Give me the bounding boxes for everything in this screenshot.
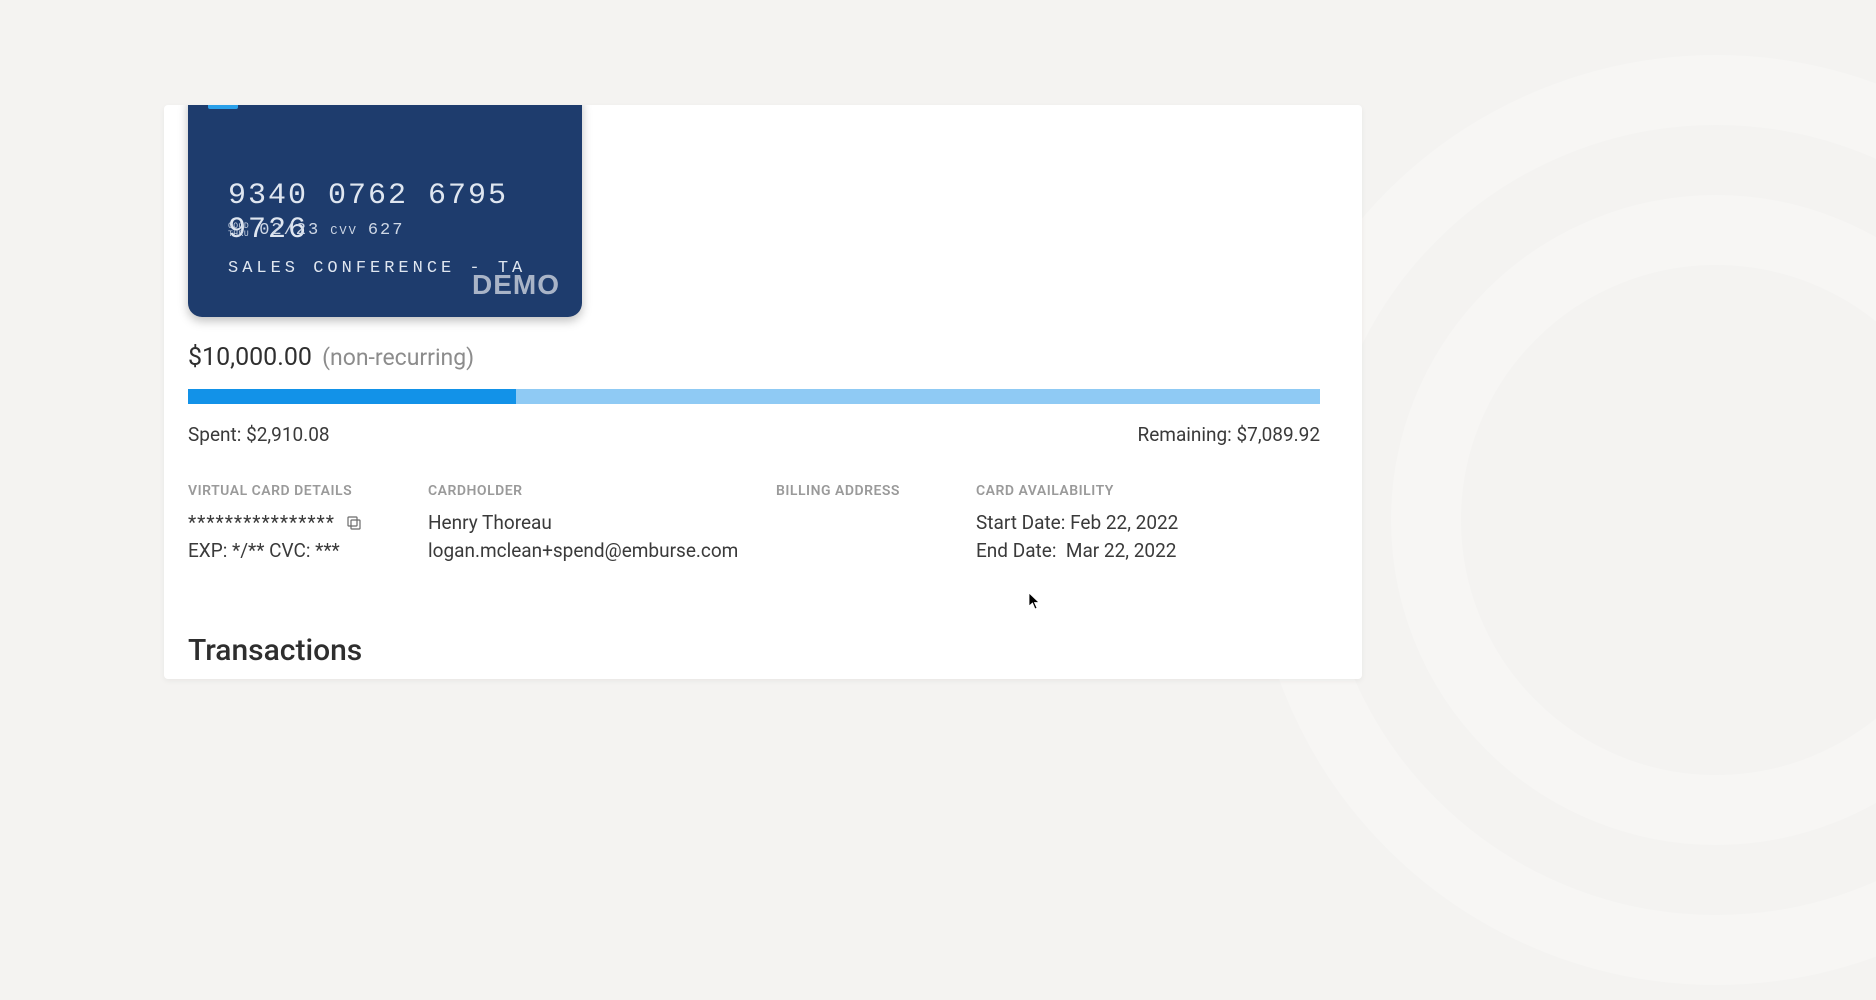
end-date-label: End Date:	[976, 539, 1056, 562]
transactions-heading: Transactions	[188, 633, 362, 668]
budget-amount: $10,000.00	[188, 343, 312, 372]
virtual-card-details-heading: VIRTUAL CARD DETAILS	[188, 483, 428, 499]
remaining-label: Remaining:	[1138, 423, 1232, 446]
cardholder-section: CARDHOLDER Henry Thoreau logan.mclean+sp…	[428, 483, 776, 564]
start-date-label: Start Date:	[976, 511, 1065, 534]
card-exp-cvv-row: GOODTHRU 02/23 CVV 627	[228, 221, 404, 240]
budget-recurrence: (non-recurring)	[322, 344, 474, 371]
budget-progress-fill	[188, 389, 516, 404]
card-availability-section: CARD AVAILABILITY Start Date: Feb 22, 20…	[976, 483, 1320, 564]
billing-address-heading: BILLING ADDRESS	[776, 483, 976, 499]
demo-watermark: DEMO	[472, 269, 560, 301]
cardholder-heading: CARDHOLDER	[428, 483, 776, 499]
end-date-value: Mar 22, 2022	[1066, 539, 1177, 562]
billing-address-section: BILLING ADDRESS	[776, 483, 976, 564]
good-thru-label: GOODTHRU	[228, 223, 249, 239]
virtual-card-graphic: 9340 0762 6795 9726 GOODTHRU 02/23 CVV 6…	[188, 105, 582, 317]
card-availability-heading: CARD AVAILABILITY	[976, 483, 1320, 499]
remaining-label-value: Remaining: $7,089.92	[1138, 423, 1321, 446]
spent-value: $2,910.08	[246, 423, 330, 446]
virtual-card-details-section: VIRTUAL CARD DETAILS **************** EX…	[188, 483, 428, 564]
remaining-value: $7,089.92	[1237, 423, 1321, 446]
budget-progress-bar	[188, 389, 1320, 404]
card-detail-panel: 9340 0762 6795 9726 GOODTHRU 02/23 CVV 6…	[164, 105, 1362, 679]
spent-label: Spent:	[188, 423, 241, 446]
copy-icon[interactable]	[345, 514, 363, 532]
budget-amount-row: $10,000.00 (non-recurring)	[188, 343, 474, 372]
cardholder-name: Henry Thoreau	[428, 509, 776, 537]
card-cvv: 627	[368, 221, 405, 240]
card-cvv-label: CVV	[330, 224, 358, 238]
masked-card-number: ****************	[188, 509, 335, 537]
masked-exp-cvc: EXP: */** CVC: ***	[188, 537, 428, 565]
spent-label-value: Spent: $2,910.08	[188, 423, 330, 446]
card-chip-icon	[208, 105, 238, 109]
cardholder-email: logan.mclean+spend@emburse.com	[428, 537, 776, 565]
card-exp: 02/23	[259, 221, 320, 240]
start-date-value: Feb 22, 2022	[1070, 511, 1178, 534]
